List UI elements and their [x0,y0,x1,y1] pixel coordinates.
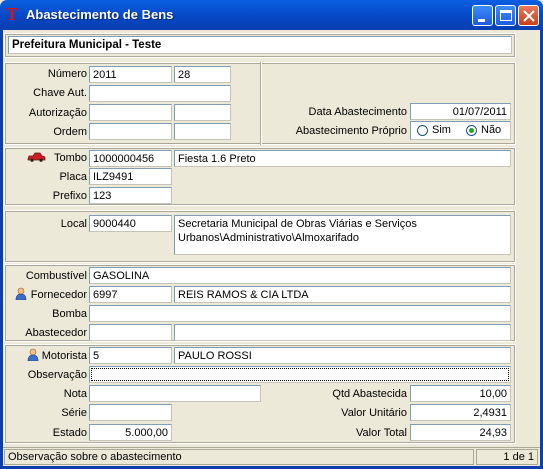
qtd-abastecida-label: Qtd Abastecida [332,388,407,400]
chave-field[interactable] [89,85,231,102]
fornecedor-code-field[interactable]: 6997 [89,286,172,303]
local-code-field[interactable]: 9000440 [89,215,172,232]
record-counter: 1 de 1 [476,449,538,465]
ordem-field[interactable] [89,123,172,140]
chave-label: Chave Aut. [33,87,87,99]
prefixo-label: Prefixo [52,190,87,202]
supplier-person-icon [15,287,27,300]
nao-label[interactable]: Não [481,124,501,136]
data-abastecimento-field[interactable]: 01/07/2011 [410,103,511,120]
vehicle-description-field: Fiesta 1.6 Preto [174,150,511,167]
close-button[interactable] [518,5,539,26]
valor-unitario-field[interactable]: 2,4931 [410,404,511,421]
abastecedor-label: Abastecedor [25,327,87,339]
serie-field[interactable] [89,404,172,421]
tombo-field[interactable]: 1000000456 [89,150,172,167]
tombo-label: Tombo [53,152,87,164]
nota-label: Nota [63,388,87,400]
combustivel-field[interactable]: GASOLINA [89,267,511,284]
numero-label: Número [47,68,87,80]
ordem-label: Ordem [53,126,87,138]
placa-field[interactable]: ILZ9491 [89,168,172,185]
driver-person-icon [27,348,39,361]
abastecimento-proprio-label: Abastecimento Próprio [295,125,407,137]
motorista-code-field[interactable]: 5 [89,347,172,364]
autorizacao-label: Autorização [28,107,87,119]
abastecedor-code-field[interactable] [89,324,172,341]
prefixo-field[interactable]: 123 [89,187,172,204]
numero-seq-field[interactable]: 28 [174,66,231,83]
sim-radio[interactable] [417,125,428,136]
fornecedor-label: Fornecedor [30,289,87,301]
placa-label: Placa [59,171,87,183]
maximize-button[interactable] [495,5,516,26]
valor-unitario-label: Valor Unitário [341,407,407,419]
valor-total-field: 24,93 [410,424,511,441]
org-name-field: Prefeitura Municipal - Teste [8,36,512,54]
motorista-name-field: PAULO ROSSI [174,347,511,364]
bomba-field[interactable] [89,305,511,322]
valor-total-label: Valor Total [356,427,407,439]
observacao-field[interactable] [89,366,511,383]
observacao-label: Observação [27,369,87,381]
divider [260,62,262,145]
ordem-seq-field[interactable] [174,123,231,140]
qtd-abastecida-field[interactable]: 10,00 [410,385,511,402]
maximize-icon [500,10,512,21]
combustivel-label: Combustível [25,270,87,282]
autorizacao-field[interactable] [89,104,172,121]
nao-radio[interactable] [466,125,477,136]
estado-label: Estado [52,427,87,439]
data-abastecimento-label: Data Abastecimento [308,106,407,118]
minimize-icon [478,19,485,22]
serie-label: Série [61,407,87,419]
bomba-label: Bomba [52,308,87,320]
fornecedor-name-field: REIS RAMOS & CIA LTDA [174,286,511,303]
minimize-button[interactable] [472,5,493,26]
estado-field[interactable]: 5.000,00 [89,424,172,441]
close-icon [523,10,535,22]
window-title: Abastecimento de Bens [26,7,174,22]
sim-label[interactable]: Sim [432,124,451,136]
app-logo-icon: T [6,4,19,24]
motorista-label: Motorista [41,350,87,362]
nota-field[interactable] [89,385,261,402]
status-hint: Observação sobre o abastecimento [4,449,474,465]
autorizacao-seq-field[interactable] [174,104,231,121]
local-label: Local [60,218,87,230]
numero-field[interactable]: 2011 [89,66,172,83]
abastecedor-name-field [174,324,511,341]
local-description-field: Secretaria Municipal de Obras Viárias e … [174,215,511,255]
